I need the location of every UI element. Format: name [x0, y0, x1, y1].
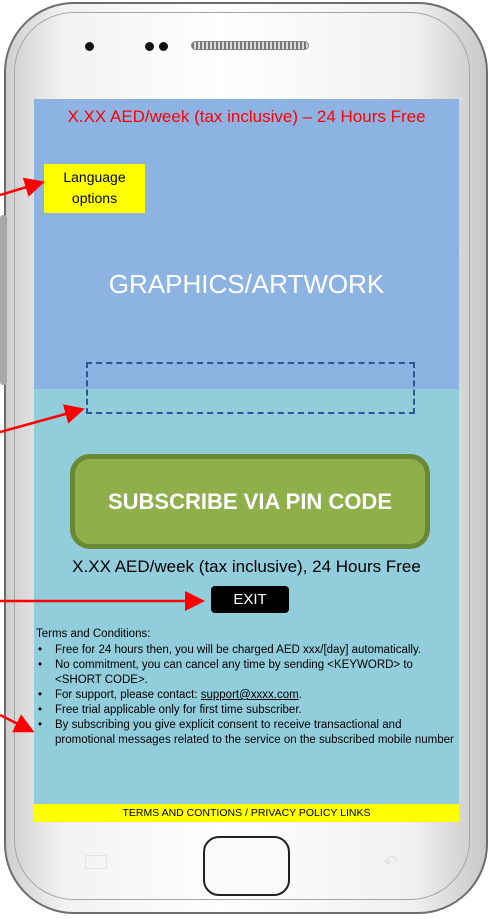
phone-screen: X.XX AED/week (tax inclusive) – 24 Hours… — [34, 99, 459, 822]
pin-code-input-placeholder[interactable] — [86, 362, 415, 414]
sensor-dot-icon — [145, 42, 154, 51]
support-email-link[interactable]: support@xxxx.com — [201, 689, 299, 701]
sensor-dot-icon — [159, 42, 168, 51]
terms-and-conditions: Terms and Conditions: Free for 24 hours … — [36, 627, 457, 748]
terms-heading: Terms and Conditions: — [36, 628, 151, 640]
front-camera-icon — [85, 42, 94, 51]
exit-button[interactable]: EXIT — [211, 586, 289, 613]
support-prefix: For support, please contact: — [55, 689, 201, 701]
terms-privacy-links[interactable]: TERMS AND CONTIONS / PRIVACY POLICY LINK… — [34, 804, 459, 822]
home-button[interactable] — [203, 836, 290, 896]
price-line: X.XX AED/week (tax inclusive), 24 Hours … — [72, 557, 421, 576]
terms-item: Free for 24 hours then, you will be char… — [38, 643, 457, 658]
terms-item-support: For support, please contact: support@xxx… — [38, 688, 457, 703]
menu-icon[interactable] — [85, 855, 107, 869]
graphics-artwork-placeholder: GRAPHICS/ARTWORK — [108, 269, 385, 299]
side-volume-button — [0, 215, 7, 385]
terms-item: By subscribing you give explicit consent… — [38, 718, 457, 748]
back-arrow-icon[interactable]: ↶ — [383, 852, 407, 872]
terms-list: Free for 24 hours then, you will be char… — [36, 643, 457, 748]
terms-item: Free trial applicable only for first tim… — [38, 703, 457, 718]
language-options-button[interactable]: Language options — [44, 164, 145, 213]
subscribe-button[interactable]: SUBSCRIBE VIA PIN CODE — [70, 454, 430, 549]
support-suffix: . — [298, 689, 302, 701]
top-price-banner: X.XX AED/week (tax inclusive) – 24 Hours… — [67, 107, 426, 126]
terms-item: No commitment, you can cancel any time b… — [38, 658, 457, 688]
speaker-grill-icon — [191, 41, 309, 50]
artwork-area — [34, 99, 459, 389]
